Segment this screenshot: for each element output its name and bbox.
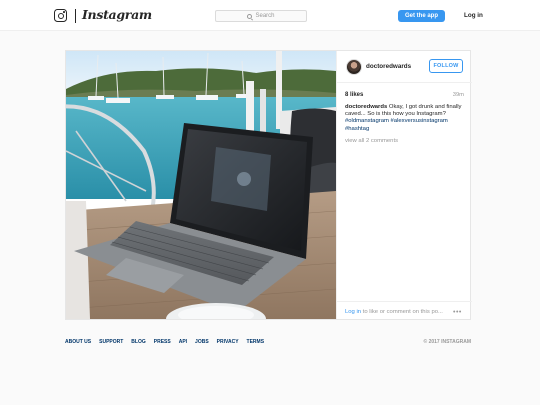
- footer-links: ABOUT US SUPPORT BLOG PRESS API JOBS PRI…: [65, 339, 264, 345]
- login-link[interactable]: Log in: [464, 12, 483, 19]
- footer-link-support[interactable]: SUPPORT: [99, 339, 123, 345]
- post-header: doctoredwards FOLLOW: [337, 51, 472, 83]
- more-options-icon[interactable]: •••: [453, 309, 462, 316]
- avatar[interactable]: [346, 59, 362, 75]
- footer-link-about[interactable]: ABOUT US: [65, 339, 91, 345]
- footer-link-api[interactable]: API: [179, 339, 187, 345]
- follow-button[interactable]: FOLLOW: [429, 59, 463, 73]
- caption-hashtags[interactable]: #oldmanstagram #alexversusinstagram #has…: [345, 118, 448, 131]
- login-to-comment-text: to like or comment on this po...: [361, 309, 443, 315]
- footer-link-jobs[interactable]: JOBS: [195, 339, 209, 345]
- footer-link-terms[interactable]: TERMS: [247, 339, 265, 345]
- top-nav: Instagram Search Get the app Log in: [0, 0, 540, 31]
- footer-link-privacy[interactable]: PRIVACY: [217, 339, 239, 345]
- logo-divider: [75, 9, 76, 23]
- footer-link-blog[interactable]: BLOG: [131, 339, 145, 345]
- caption-username[interactable]: doctoredwards: [345, 104, 387, 110]
- search-placeholder: Search: [255, 13, 275, 19]
- copyright: © 2017 INSTAGRAM: [423, 339, 472, 345]
- post-card: doctoredwards FOLLOW 8 likes 39m doctore…: [65, 50, 472, 320]
- footer-link-press[interactable]: PRESS: [154, 339, 171, 345]
- likes-count[interactable]: 8 likes: [345, 92, 363, 98]
- post-time[interactable]: 39m: [453, 92, 464, 98]
- post-username[interactable]: doctoredwards: [366, 63, 411, 70]
- post-photo[interactable]: [66, 51, 336, 319]
- login-to-comment-link[interactable]: Log in: [345, 309, 361, 315]
- post-caption: doctoredwards Okay, I got drunk and fina…: [345, 104, 465, 133]
- post-actions: Log in to like or comment on this po... …: [337, 301, 472, 319]
- instagram-wordmark[interactable]: Instagram: [82, 7, 152, 22]
- view-all-comments-link[interactable]: view all 2 comments: [345, 138, 398, 144]
- get-the-app-button[interactable]: Get the app: [398, 10, 445, 22]
- search-input[interactable]: Search: [215, 10, 307, 22]
- login-to-comment: Log in to like or comment on this po...: [345, 309, 443, 315]
- post-sidebar: doctoredwards FOLLOW 8 likes 39m doctore…: [336, 51, 472, 319]
- search-icon: [247, 13, 253, 19]
- likes-row: 8 likes 39m: [345, 92, 464, 98]
- instagram-camera-icon[interactable]: [54, 9, 67, 22]
